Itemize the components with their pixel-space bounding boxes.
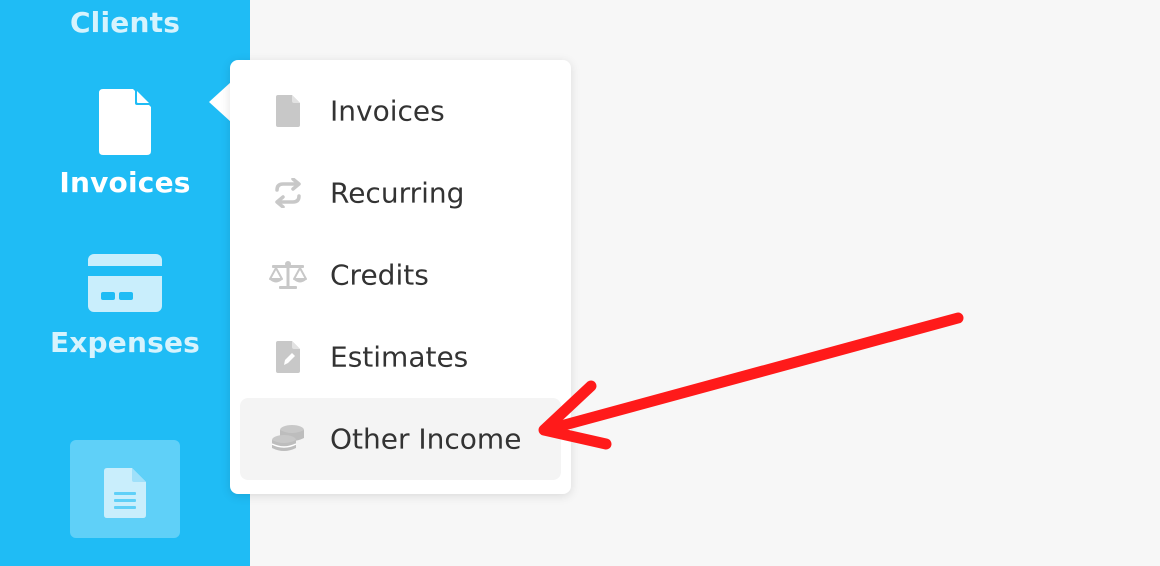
recurring-arrows-icon [272,177,304,209]
menu-item-label: Invoices [330,94,445,128]
nav-clients-label[interactable]: Clients [0,6,250,39]
file-icon [276,95,300,127]
scale-balance-icon [268,260,308,290]
menu-item-label: Other Income [330,422,522,456]
menu-item-estimates[interactable]: Estimates [240,316,561,398]
coins-stack-icon [270,423,306,455]
menu-item-label: Recurring [330,176,465,210]
menu-item-label: Estimates [330,340,469,374]
nav-invoices-label[interactable]: Invoices [0,166,250,199]
file-pen-icon [276,341,300,373]
menu-item-label: Credits [330,258,429,292]
menu-item-other-income[interactable]: Other Income [240,398,561,480]
menu-item-credits[interactable]: Credits [240,234,561,316]
credit-card-icon[interactable] [88,254,162,316]
dropdown-pointer [209,82,231,122]
invoices-dropdown-menu: Invoices Recurring Credits Estimates Oth… [230,60,571,494]
document-icon[interactable] [99,89,151,159]
nav-expenses-label[interactable]: Expenses [0,326,250,359]
document-lines-icon [104,468,146,518]
menu-item-invoices[interactable]: Invoices [240,70,561,152]
menu-item-recurring[interactable]: Recurring [240,152,561,234]
document-tile-button[interactable] [70,440,180,538]
